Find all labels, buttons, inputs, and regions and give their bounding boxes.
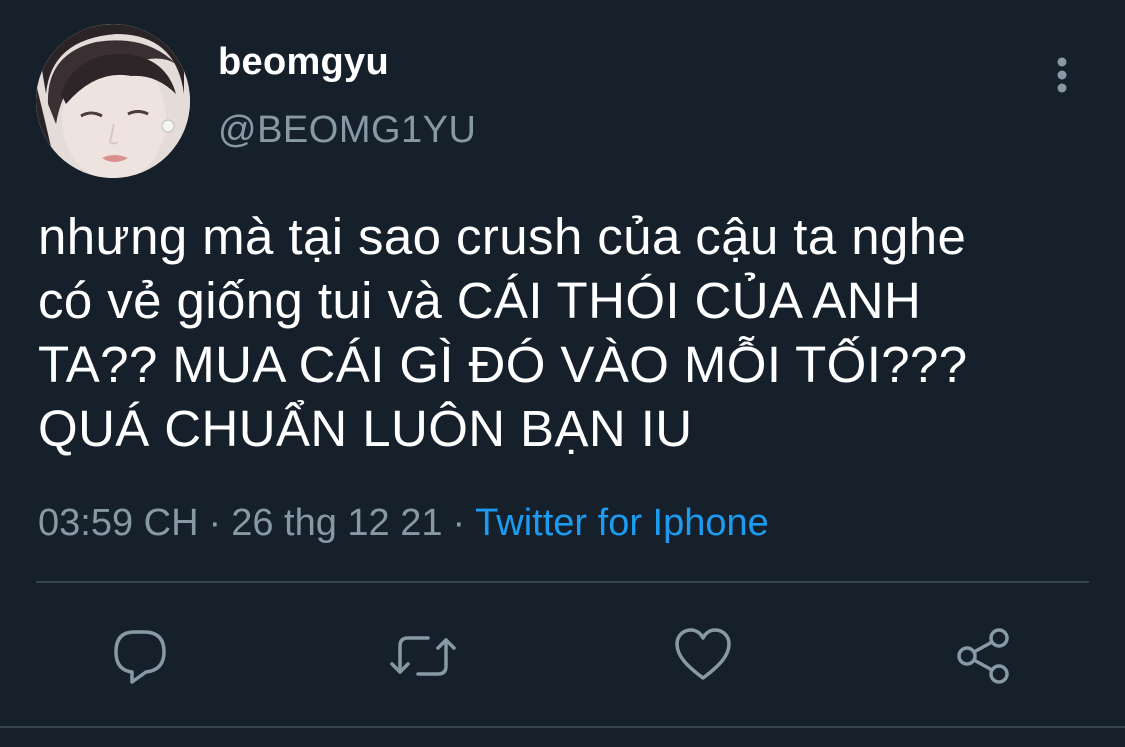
profile-photo-icon — [36, 24, 190, 178]
meta-separator: · — [452, 502, 466, 544]
share-icon — [957, 628, 1009, 684]
avatar[interactable] — [36, 24, 190, 178]
tweet-text-line: có vẻ giống tui và CÁI THÓI CỦA ANH — [38, 272, 922, 329]
tweet-source-link[interactable]: Twitter for Iphone — [475, 502, 769, 544]
share-button[interactable] — [955, 626, 1015, 686]
meta-separator: · — [208, 502, 222, 544]
divider — [36, 581, 1089, 583]
tweet-text-line: nhưng mà tại sao crush của cậu ta nghe — [38, 208, 967, 265]
tweet-date[interactable]: 26 thg 12 21 — [231, 502, 442, 544]
more-options-button[interactable] — [1045, 50, 1079, 100]
tweet-metadata: 03:59 CH · 26 thg 12 21 · Twitter for Iphone — [38, 500, 769, 546]
reply-icon — [114, 630, 166, 684]
tweet-text: nhưng mà tại sao crush của cậu ta nghe c… — [38, 205, 1088, 461]
more-vertical-icon — [1057, 57, 1067, 93]
divider — [0, 726, 1125, 728]
like-icon — [675, 628, 731, 680]
reply-button[interactable] — [110, 626, 170, 686]
tweet-text-line: TA?? MUA CÁI GÌ ĐÓ VÀO MỖI TỐI??? — [38, 336, 968, 393]
like-button[interactable] — [673, 626, 733, 686]
display-name[interactable]: beomgyu — [218, 40, 389, 84]
retweet-icon — [390, 636, 456, 676]
retweet-button[interactable] — [390, 626, 456, 686]
tweet-text-line: QUÁ CHUẨN LUÔN BẠN IU — [38, 400, 693, 457]
tweet-detail: beomgyu @BEOMG1YU nhưng mà tại sao crush… — [0, 0, 1125, 747]
tweet-time[interactable]: 03:59 CH — [38, 502, 199, 544]
user-handle[interactable]: @BEOMG1YU — [218, 108, 476, 152]
